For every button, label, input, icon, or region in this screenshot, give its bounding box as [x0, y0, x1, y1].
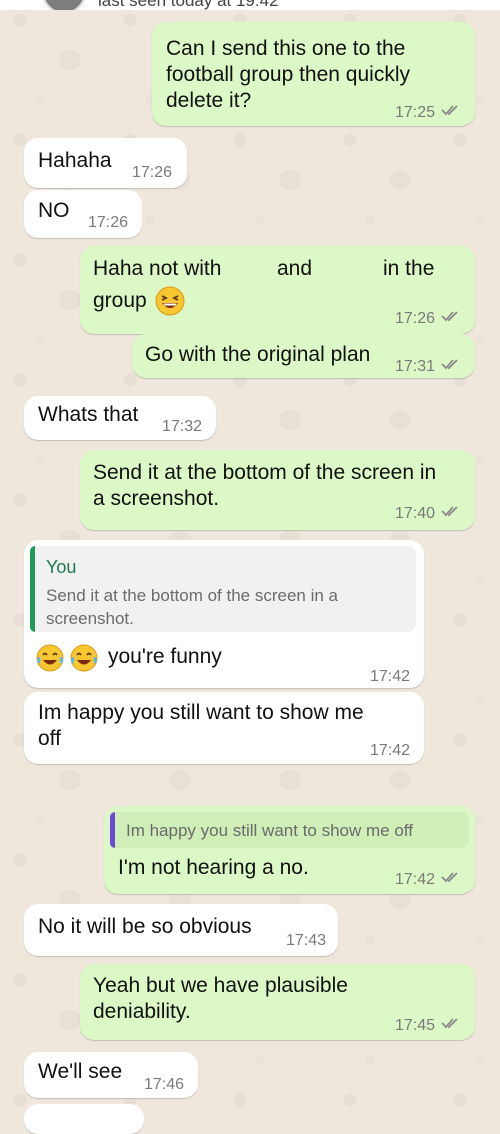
face-with-tears-of-joy-icon: [70, 644, 98, 672]
message-bubble-outgoing[interactable]: Send it at the bottom of the screen in a…: [80, 450, 475, 530]
read-receipt-icon: [441, 104, 461, 116]
read-receipt-icon: [441, 310, 461, 322]
message-text: in the: [383, 257, 435, 280]
message-text: Yeah but we have plausible: [93, 974, 348, 997]
message-time: 17:25: [395, 104, 436, 121]
read-receipt-icon: [441, 358, 461, 370]
message-bubble-incoming[interactable]: Hahaha 17:26: [24, 138, 187, 188]
grinning-squinting-face-icon: [155, 286, 185, 316]
message-text: No it will be so obvious: [38, 915, 252, 938]
reply-quote-bar: [110, 812, 115, 848]
message-bubble-incoming[interactable]: Whats that 17:32: [24, 396, 216, 440]
message-text: Go with the original plan: [145, 343, 371, 366]
message-time: 17:43: [286, 932, 327, 949]
message-time: 17:40: [395, 505, 436, 522]
message-text: Whats that: [38, 403, 139, 426]
message-text: you're funny: [108, 645, 222, 668]
message-text: group: [93, 289, 147, 312]
chat-header[interactable]: last seen today at 19:42: [0, 0, 500, 10]
message-text: deniability.: [93, 1000, 191, 1023]
message-text: delete it?: [166, 89, 252, 112]
message-text: NO: [38, 199, 70, 222]
message-time: 17:26: [88, 214, 129, 231]
message-text: football group then quickly: [166, 63, 410, 86]
reply-quote[interactable]: You Send it at the bottom of the screen …: [30, 546, 416, 632]
message-time: 17:42: [395, 871, 436, 888]
reply-quote-author: You: [46, 557, 77, 577]
message-time: 17:42: [370, 742, 411, 759]
message-text: Send it at the bottom of the screen in: [93, 461, 437, 484]
message-bubble-outgoing[interactable]: Haha not with and in the group 17:26: [80, 246, 475, 334]
message-text: off: [38, 727, 61, 750]
message-text: Hahaha: [38, 149, 112, 172]
message-bubble-outgoing[interactable]: Im happy you still want to show me off I…: [104, 806, 475, 894]
read-receipt-icon: [441, 871, 461, 883]
message-bubble-incoming[interactable]: Im happy you still want to show me off 1…: [24, 692, 424, 764]
message-text: Haha not with: [93, 257, 222, 280]
message-text: I'm not hearing a no.: [118, 856, 309, 879]
message-bubble-outgoing[interactable]: Go with the original plan 17:31: [132, 334, 475, 378]
last-seen-status: last seen today at 19:42: [98, 0, 279, 10]
message-text: a screenshot.: [93, 487, 220, 510]
message-text: Can I send this one to the: [166, 37, 406, 60]
reply-quote-text: Send it at the bottom of the screen in a: [46, 586, 339, 605]
message-bubble-incoming[interactable]: NO 17:26: [24, 190, 142, 238]
reply-quote-bar: [30, 546, 35, 632]
message-bubble-incoming-partial[interactable]: [24, 1104, 144, 1134]
message-time: 17:32: [162, 418, 203, 435]
message-time: 17:31: [395, 358, 436, 375]
message-bubble-incoming[interactable]: No it will be so obvious 17:43: [24, 904, 338, 956]
message-time: 17:42: [370, 668, 411, 685]
read-receipt-icon: [441, 505, 461, 517]
message-bubble-outgoing[interactable]: Yeah but we have plausible deniability. …: [80, 964, 475, 1040]
face-with-tears-of-joy-icon: [36, 644, 64, 672]
message-bubble-incoming[interactable]: You Send it at the bottom of the screen …: [24, 540, 424, 688]
read-receipt-icon: [441, 1017, 461, 1029]
message-text: We'll see: [38, 1060, 123, 1083]
message-bubble-incoming[interactable]: We'll see 17:46: [24, 1052, 198, 1098]
message-text: and: [277, 257, 313, 280]
contact-avatar[interactable]: [42, 0, 86, 10]
reply-quote-text: screenshot.: [46, 609, 134, 628]
message-text: Im happy you still want to show me: [38, 701, 364, 724]
message-time: 17:45: [395, 1017, 436, 1034]
message-time: 17:46: [144, 1076, 185, 1093]
message-time: 17:26: [132, 164, 173, 181]
reply-quote[interactable]: Im happy you still want to show me off: [110, 812, 469, 848]
reply-quote-text: Im happy you still want to show me off: [126, 821, 413, 840]
message-bubble-outgoing[interactable]: Can I send this one to the football grou…: [152, 22, 475, 126]
message-time: 17:26: [395, 310, 436, 327]
